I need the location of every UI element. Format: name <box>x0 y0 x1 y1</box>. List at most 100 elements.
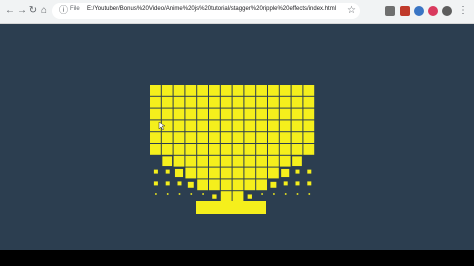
back-icon[interactable]: ← <box>4 5 16 17</box>
grid-tile <box>232 179 244 191</box>
grid-tile <box>202 193 204 195</box>
grid-tile <box>155 193 157 195</box>
grid-tile <box>197 132 208 143</box>
grid-tile <box>220 120 232 132</box>
grid-tile <box>232 96 244 108</box>
grid-tile <box>256 108 267 120</box>
grid-tile <box>150 132 161 143</box>
protocol-label: File <box>70 6 80 12</box>
grid-tile <box>307 169 312 174</box>
grid-tile <box>256 120 267 132</box>
extension-icon[interactable] <box>428 6 438 16</box>
grid-tile <box>268 144 279 155</box>
grid-tile <box>173 132 185 143</box>
grid-tile <box>270 181 277 188</box>
grid-tile <box>279 120 291 132</box>
grid-tile <box>174 168 184 178</box>
grid-tile <box>256 132 267 143</box>
grid-tile <box>232 155 244 167</box>
grid-tile <box>268 108 279 120</box>
grid-tile <box>268 120 279 132</box>
grid-tile <box>209 155 220 167</box>
grid-tile <box>161 144 173 155</box>
grid-tile <box>256 167 267 179</box>
info-icon[interactable]: ⓘ <box>58 5 69 16</box>
grid-tile <box>150 108 161 120</box>
grid-tile <box>185 167 197 179</box>
grid-tile <box>178 193 181 195</box>
grid-tile <box>291 132 303 143</box>
grid-tile <box>161 85 173 96</box>
grid-tile <box>209 108 220 120</box>
grid-tile <box>244 120 256 132</box>
grid-tile <box>244 144 256 155</box>
grid-tile <box>273 193 275 195</box>
grid-tile <box>256 85 267 96</box>
grid-tile <box>197 179 208 191</box>
grid-tile <box>165 169 170 174</box>
grid-tile <box>291 85 303 96</box>
grid-tile <box>153 169 158 174</box>
grid-tile <box>150 144 161 155</box>
grid-tile <box>197 108 208 120</box>
grid-tile <box>185 132 197 143</box>
grid-tile <box>292 156 302 167</box>
grid-tile <box>173 85 185 96</box>
grid-tile <box>220 167 232 179</box>
grid-tile <box>187 181 194 188</box>
grid-tile <box>209 96 220 108</box>
grid-tile <box>185 144 197 155</box>
grid-tile <box>303 85 315 96</box>
grid-tile <box>244 132 256 143</box>
grid-tile <box>232 85 244 96</box>
grid-tile <box>244 155 256 167</box>
grid-tile <box>220 144 232 155</box>
grid-tile <box>307 181 312 186</box>
grid-tile <box>244 167 256 179</box>
page-viewport <box>0 24 474 250</box>
grid-tile <box>220 191 232 202</box>
url-text[interactable]: E:/Youtuber/Bonus%20Video/Anime%20js%20t… <box>87 6 336 12</box>
grid-tile <box>268 155 279 167</box>
profile-avatar[interactable] <box>442 6 452 16</box>
grid-tile <box>232 191 244 202</box>
grid-tile <box>303 132 315 143</box>
grid-tile <box>177 181 182 186</box>
grid-tile <box>291 108 303 120</box>
grid-tile <box>197 155 208 167</box>
grid-tile <box>173 96 185 108</box>
grid-tile <box>220 132 232 143</box>
grid-tile <box>162 156 173 167</box>
grid-tile <box>256 96 267 108</box>
star-icon[interactable]: ☆ <box>347 5 356 16</box>
grid-tile <box>196 201 266 214</box>
grid-tile <box>197 120 208 132</box>
extension-icon[interactable] <box>400 6 410 16</box>
grid-tile <box>209 167 220 179</box>
grid-tile <box>185 120 197 132</box>
grid-tile <box>197 144 208 155</box>
grid-tile <box>161 96 173 108</box>
grid-tile <box>209 179 220 191</box>
grid-tile <box>296 193 299 195</box>
letterbox-bar <box>0 250 474 266</box>
grid-tile <box>220 179 232 191</box>
grid-tile <box>279 96 291 108</box>
grid-tile <box>197 167 208 179</box>
grid-tile <box>303 108 315 120</box>
grid-tile <box>295 169 300 174</box>
grid-tile <box>268 96 279 108</box>
extension-icon[interactable] <box>385 6 395 16</box>
address-bar[interactable]: ⓘ File E:/Youtuber/Bonus%20Video/Anime%2… <box>52 3 360 19</box>
grid-tile <box>232 144 244 155</box>
grid-tile <box>185 85 197 96</box>
home-icon[interactable]: ⌂ <box>38 5 50 17</box>
menu-icon[interactable]: ⋮ <box>457 5 469 17</box>
grid-tile <box>232 108 244 120</box>
grid-tile <box>197 85 208 96</box>
grid-tile <box>308 193 311 195</box>
extension-icon[interactable] <box>414 6 424 16</box>
grid-tile <box>185 155 197 167</box>
grid-tile <box>268 85 279 96</box>
grid-tile <box>303 144 315 155</box>
